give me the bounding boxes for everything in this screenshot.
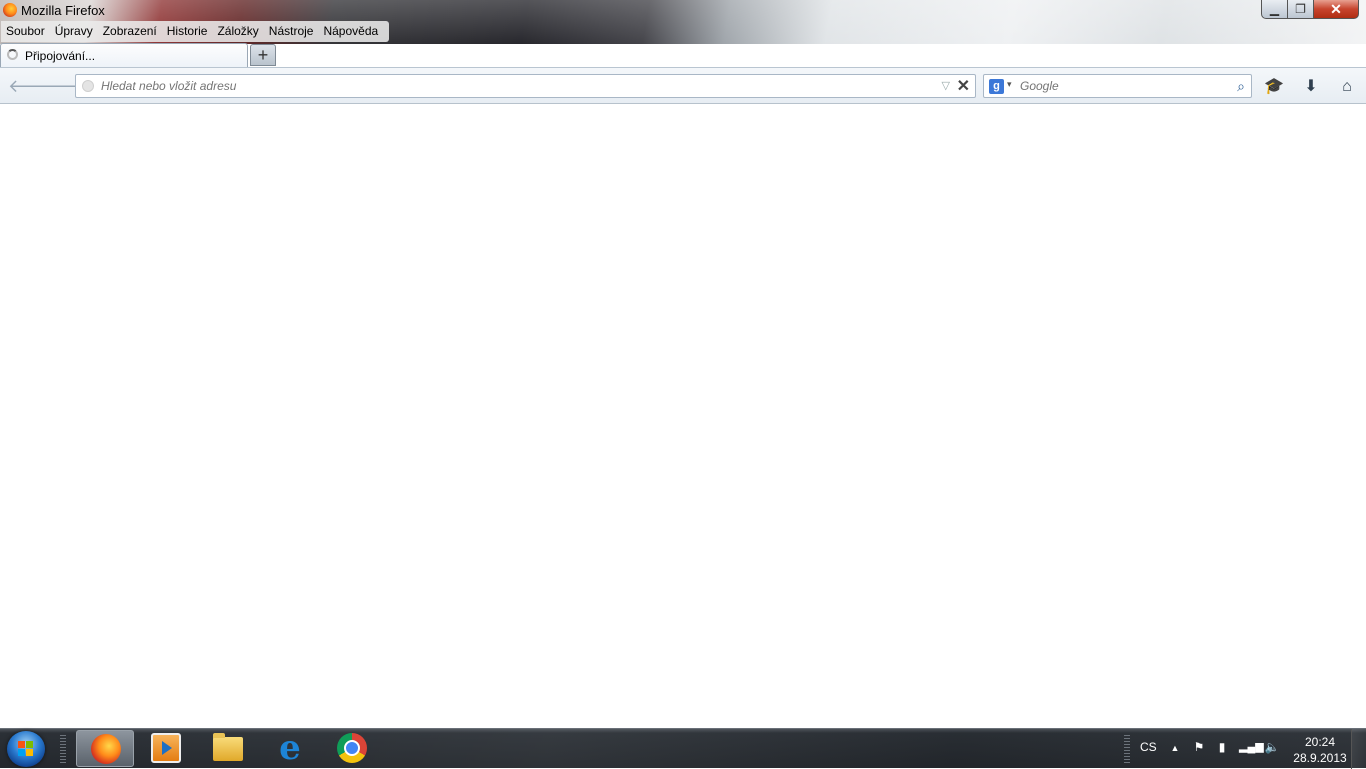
engine-dropdown-icon[interactable]: ▾ <box>1007 79 1012 90</box>
menu-nastroje[interactable]: Nástroje <box>264 21 319 42</box>
search-input[interactable] <box>1020 77 1220 95</box>
network-signal-icon[interactable]: ▂▄▆ <box>1239 740 1264 753</box>
chrome-icon <box>337 733 367 763</box>
minimize-icon: ▁ <box>1269 2 1280 16</box>
minimize-button[interactable]: ▁ <box>1261 0 1288 19</box>
taskbar-firefox[interactable] <box>76 730 134 767</box>
windows-logo-icon <box>18 741 34 757</box>
firefox-icon <box>91 734 121 764</box>
restore-button[interactable]: ❐ <box>1288 0 1314 19</box>
forward-button[interactable]: 🡒 <box>44 76 92 96</box>
loading-spinner-icon <box>7 49 18 60</box>
language-indicator[interactable]: CS <box>1140 740 1157 754</box>
url-bar[interactable]: ▽ ✕ <box>75 74 976 98</box>
power-plug-icon[interactable]: ▮ <box>1214 740 1230 754</box>
search-bar[interactable]: g ▾ ⌕ <box>983 74 1252 98</box>
menu-upravy[interactable]: Úpravy <box>50 21 98 42</box>
clock-date: 28.9.2013 <box>1293 751 1347 765</box>
close-button[interactable]: ✕ <box>1314 0 1359 19</box>
media-player-icon <box>151 733 181 763</box>
page-content[interactable] <box>0 104 1366 728</box>
menu-soubor[interactable]: Soubor <box>1 21 50 42</box>
taskbar: e CS ▲ ⚑ ▮ ▂▄▆ 🔈 20:24 28.9.2013 <box>0 728 1366 769</box>
magnifier-icon[interactable]: ⌕ <box>1237 78 1245 95</box>
google-icon[interactable]: g <box>989 79 1004 94</box>
close-icon: ✕ <box>1330 0 1342 17</box>
taskbar-internet-explorer[interactable]: e <box>261 730 319 767</box>
menu-zobrazeni[interactable]: Zobrazení <box>98 21 162 42</box>
internet-explorer-icon: e <box>279 728 301 768</box>
addon-button[interactable]: 🎓 <box>1263 76 1285 98</box>
restore-icon: ❐ <box>1295 2 1306 16</box>
taskbar-file-explorer[interactable] <box>199 730 257 767</box>
history-dropdown-icon[interactable]: ▽ <box>942 79 950 92</box>
download-arrow-icon: ⬇ <box>1304 78 1318 95</box>
back-button[interactable]: 🡐 <box>8 76 56 96</box>
taskbar-grip <box>60 735 66 763</box>
tab-strip: Připojování... + <box>0 43 1366 67</box>
home-button[interactable]: ⌂ <box>1336 76 1358 98</box>
globe-icon <box>82 80 94 92</box>
tab-connecting[interactable]: Připojování... <box>0 43 248 67</box>
action-center-flag-icon[interactable]: ⚑ <box>1191 740 1207 754</box>
window-title: Mozilla Firefox <box>21 3 105 18</box>
graduation-cap-icon: 🎓 <box>1264 78 1284 95</box>
firefox-logo-icon[interactable] <box>3 3 17 17</box>
volume-icon[interactable]: 🔈 <box>1264 740 1280 754</box>
menu-zalozky[interactable]: Záložky <box>212 21 263 42</box>
menu-historie[interactable]: Historie <box>162 21 213 42</box>
new-tab-button[interactable]: + <box>250 44 276 66</box>
menu-napoveda[interactable]: Nápověda <box>318 21 383 42</box>
tab-label: Připojování... <box>25 49 96 63</box>
show-hidden-icons-icon[interactable]: ▲ <box>1167 743 1183 753</box>
taskbar-chrome[interactable] <box>323 730 381 767</box>
system-clock[interactable]: 20:24 28.9.2013 <box>1290 734 1350 766</box>
clock-time: 20:24 <box>1304 735 1336 749</box>
folder-icon <box>213 733 243 761</box>
downloads-button[interactable]: ⬇ <box>1300 76 1322 98</box>
window-controls: ▁ ❐ ✕ <box>1261 0 1359 19</box>
show-desktop-button[interactable] <box>1351 729 1366 769</box>
navigation-toolbar: 🡐 🡒 ▽ ✕ g ▾ ⌕ 🎓 ⬇ ⌂ <box>0 67 1366 104</box>
home-icon: ⌂ <box>1342 78 1352 95</box>
tray-grip <box>1124 735 1130 763</box>
url-input[interactable] <box>101 77 921 95</box>
taskbar-media-player[interactable] <box>137 730 195 767</box>
start-button[interactable] <box>7 731 45 767</box>
menu-bar: Soubor Úpravy Zobrazení Historie Záložky… <box>1 21 390 42</box>
stop-icon[interactable]: ✕ <box>957 76 970 96</box>
